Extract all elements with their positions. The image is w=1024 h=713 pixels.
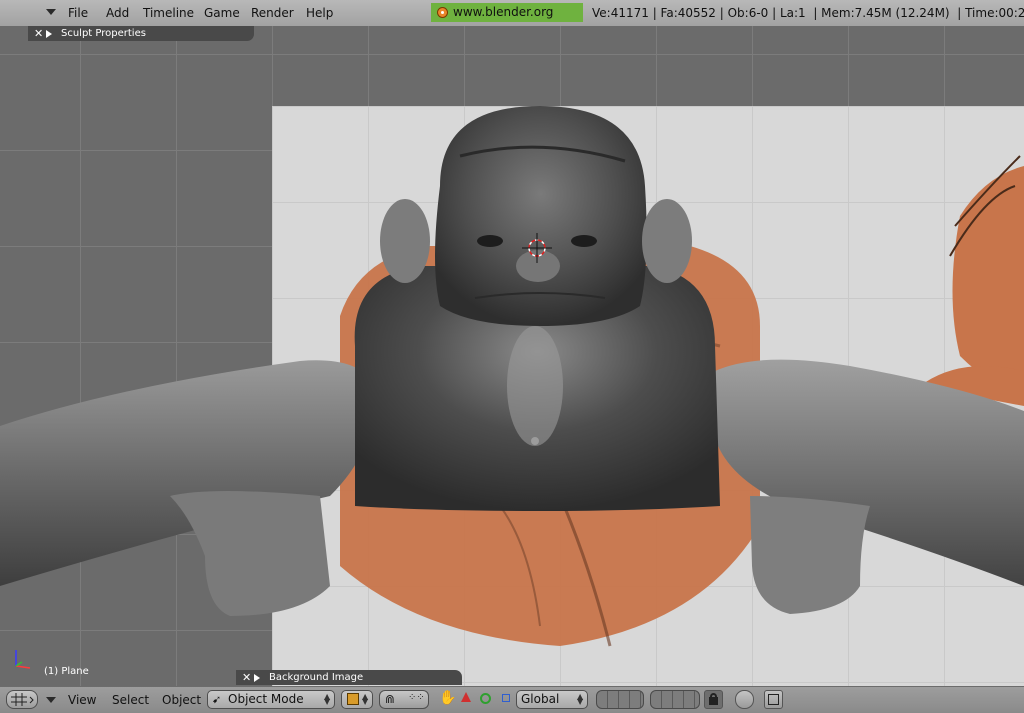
layer-buttons-group-1[interactable]	[596, 690, 644, 709]
menu-render[interactable]: Render	[251, 6, 294, 20]
3d-viewport[interactable]: ✕ Sculpt Properties ✕ Background Image (…	[0, 26, 1024, 686]
orientation-dropdown[interactable]: Global ▲ ▼	[516, 690, 588, 709]
sculpt-properties-panel[interactable]: ✕ Sculpt Properties	[28, 26, 254, 41]
cursor-arrow-icon: ➹	[212, 693, 222, 706]
site-badge[interactable]: www.blender.org 249.2	[431, 3, 583, 38]
chevron-updown-icon: ▲ ▼	[362, 692, 369, 706]
rotate-manipulator-icon[interactable]	[480, 693, 491, 704]
close-icon[interactable]: ✕	[34, 26, 43, 41]
3d-cursor-icon	[522, 233, 552, 263]
mode-label: Object Mode	[228, 692, 304, 706]
menu-object[interactable]: Object	[162, 693, 201, 707]
expand-arrow-icon[interactable]	[46, 30, 52, 38]
menu-bar: File Add Timeline Game Render Help www.b…	[0, 0, 1024, 38]
chevron-updown-icon: ▲ ▼	[324, 692, 331, 706]
render-preview-icon[interactable]	[735, 690, 754, 709]
menu-add[interactable]: Add	[106, 6, 129, 20]
grid-icon	[11, 693, 34, 706]
snap-group[interactable]: ⋒ ⁘⁘	[379, 690, 429, 709]
expand-arrow-icon[interactable]	[254, 674, 260, 682]
menu-timeline[interactable]: Timeline	[143, 6, 194, 20]
scene-stats: Ve:41171 | Fa:40552 | Ob:6-0 | La:1 | Me…	[592, 6, 1024, 20]
viewport-header: View Select Object ➹ Object Mode ▲ ▼ ▲ ▼ ⋒…	[0, 686, 1024, 713]
blender-logo-icon	[437, 7, 448, 18]
collapse-menu-icon[interactable]	[46, 697, 56, 703]
sculpt-properties-label: Sculpt Properties	[61, 28, 146, 39]
magnet-icon[interactable]: ⋒	[385, 692, 395, 706]
menu-help[interactable]: Help	[306, 6, 333, 20]
menu-select[interactable]: Select	[112, 693, 149, 707]
axis-gizmo-icon	[15, 650, 31, 669]
pivot-dots-icon[interactable]: ⁘⁘	[408, 692, 425, 703]
active-object-label: (1) Plane	[44, 666, 89, 677]
background-image-panel[interactable]: ✕ Background Image	[236, 670, 462, 685]
mode-dropdown[interactable]: ➹ Object Mode ▲ ▼	[207, 690, 335, 709]
layer-buttons-group-2[interactable]	[650, 690, 700, 709]
background-image-label: Background Image	[269, 672, 364, 683]
scale-manipulator-icon[interactable]	[502, 694, 510, 702]
lock-icon[interactable]	[704, 690, 723, 709]
translate-manipulator-icon[interactable]	[461, 692, 471, 702]
editor-type-button[interactable]	[6, 690, 38, 709]
image-icon[interactable]	[764, 690, 783, 709]
menu-game[interactable]: Game	[204, 6, 240, 20]
draw-type-dropdown[interactable]: ▲ ▼	[341, 690, 373, 709]
chevron-updown-icon: ▲ ▼	[577, 692, 584, 706]
menu-file[interactable]: File	[68, 6, 88, 20]
hand-icon[interactable]: ✋	[439, 690, 456, 706]
menu-view[interactable]: View	[68, 693, 96, 707]
orientation-label: Global	[521, 692, 560, 706]
sculpt-model	[0, 106, 1024, 647]
close-icon[interactable]: ✕	[242, 670, 251, 685]
solid-cube-icon	[347, 693, 359, 705]
window-type-menu-icon[interactable]	[46, 9, 56, 15]
